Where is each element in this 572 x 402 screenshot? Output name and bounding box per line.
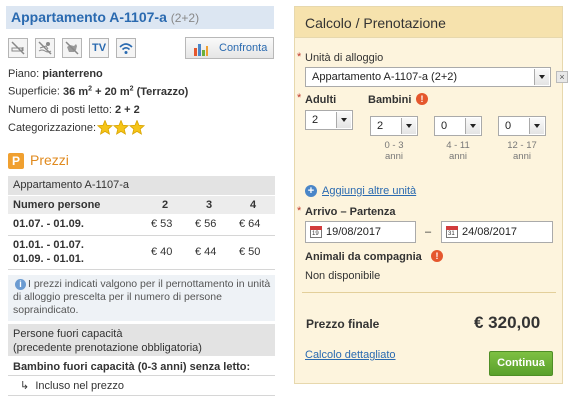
chevron-down-icon bbox=[401, 118, 416, 134]
add-units-link[interactable]: Aggiungi altre unità bbox=[322, 185, 416, 197]
chevron-down-icon bbox=[336, 112, 351, 128]
column-3: 3 bbox=[206, 199, 213, 211]
price-row-2: 01.01. - 01.07. 01.09. - 01.01. € 40 € 4… bbox=[8, 236, 275, 268]
adults-select[interactable]: 2 bbox=[305, 110, 353, 130]
children-label: Bambini bbox=[368, 94, 412, 106]
child-extra-label: Bambino fuori capacità (0-3 anni) senza … bbox=[13, 361, 251, 373]
extra-persons-subtitle: (precedente prenotazione obbligatoria) bbox=[13, 342, 202, 354]
warning-icon[interactable]: ! bbox=[431, 250, 443, 262]
prices-section-title: Prezzi bbox=[30, 152, 69, 168]
add-icon[interactable]: + bbox=[305, 185, 317, 197]
price-cell: € 50 bbox=[239, 246, 261, 258]
remove-unit-icon[interactable]: × bbox=[556, 71, 568, 83]
category-stars bbox=[97, 120, 146, 135]
continue-button[interactable]: Continua bbox=[489, 351, 553, 376]
warning-icon[interactable]: ! bbox=[416, 93, 428, 105]
persons-header: Numero persone bbox=[13, 199, 101, 211]
age-range-2: 4 - 11 anni bbox=[446, 140, 470, 162]
departure-date-input[interactable]: 31 24/08/2017 bbox=[441, 221, 553, 243]
price-note: i I prezzi indicati valgono per il perno… bbox=[8, 275, 275, 321]
no-pets-icon bbox=[62, 38, 82, 58]
adults-label: Adulti bbox=[305, 94, 337, 106]
unit-select[interactable]: Appartamento A-1107-a (2+2) bbox=[305, 67, 551, 87]
price-note-text: I prezzi indicati valgono per il pernott… bbox=[13, 278, 271, 316]
pets-value: Non disponibile bbox=[305, 270, 381, 282]
category-label: Categorizzazione: bbox=[8, 122, 97, 134]
required-mark: * bbox=[297, 205, 302, 217]
price-cell: € 64 bbox=[239, 218, 261, 230]
price-cell: € 44 bbox=[195, 246, 217, 258]
star-icon bbox=[97, 120, 114, 135]
children-select-3[interactable]: 0 bbox=[498, 116, 546, 136]
panel-divider bbox=[302, 292, 556, 293]
age-range-1: 0 - 3 anni bbox=[384, 140, 404, 162]
arrow-return-icon: ↳ bbox=[20, 380, 30, 392]
child-extra-value: ↳ Incluso nel prezzo bbox=[20, 380, 125, 392]
unit-label: Unità di alloggio bbox=[305, 52, 384, 64]
column-4: 4 bbox=[250, 199, 257, 211]
extra-persons-title: Persone fuori capacità bbox=[13, 328, 123, 340]
arrival-date-input[interactable]: 19 19/08/2017 bbox=[305, 221, 416, 243]
booking-title: Calcolo / Prenotazione bbox=[305, 15, 446, 31]
chevron-down-icon bbox=[534, 69, 549, 85]
star-icon bbox=[128, 120, 146, 135]
wifi-icon bbox=[116, 38, 136, 58]
row-divider bbox=[8, 375, 275, 376]
unit-title-bar: Appartamento A-1107-a (2+2) bbox=[6, 6, 274, 29]
detailed-calculation-link[interactable]: Calcolo dettagliato bbox=[305, 349, 396, 361]
prices-section-icon: P bbox=[8, 153, 24, 169]
unit-title: Appartamento A-1107-a (2+2) bbox=[11, 9, 200, 25]
price-table-header-row: Numero persone 2 3 4 bbox=[8, 196, 275, 214]
floor-info: Piano: pianterreno bbox=[8, 68, 103, 80]
tv-icon: TV bbox=[89, 38, 109, 58]
chevron-down-icon bbox=[529, 118, 544, 134]
compare-button[interactable]: Confronta bbox=[185, 37, 274, 59]
period: 01.01. - 01.07. bbox=[13, 239, 84, 251]
calendar-icon: 19 bbox=[310, 226, 322, 238]
beds-info: Numero di posti letto: 2 + 2 bbox=[8, 104, 140, 116]
continue-label: Continua bbox=[497, 357, 545, 369]
no-swimming-icon bbox=[35, 38, 55, 58]
children-select-1[interactable]: 2 bbox=[370, 116, 418, 136]
period: 01.07. - 01.09. bbox=[13, 218, 84, 230]
star-icon bbox=[112, 120, 130, 135]
final-price-value: € 320,00 bbox=[474, 313, 541, 332]
required-mark: * bbox=[297, 92, 302, 104]
calendar-icon: 31 bbox=[446, 226, 458, 238]
period: 01.09. - 01.01. bbox=[13, 253, 84, 265]
extra-persons-header: Persone fuori capacità (precedente prenot… bbox=[8, 324, 275, 356]
pets-label: Animali da compagnia bbox=[305, 251, 422, 263]
price-row-1: 01.07. - 01.09. € 53 € 56 € 64 bbox=[8, 214, 275, 234]
age-range-3: 12 - 17 anni bbox=[507, 140, 537, 162]
price-cell: € 56 bbox=[195, 218, 217, 230]
compare-label: Confronta bbox=[219, 42, 268, 54]
required-mark: * bbox=[297, 51, 302, 63]
price-cell: € 40 bbox=[151, 246, 173, 258]
column-2: 2 bbox=[162, 199, 169, 211]
unit-select-value: Appartamento A-1107-a (2+2) bbox=[312, 71, 458, 83]
row-divider bbox=[8, 395, 275, 396]
children-select-2[interactable]: 0 bbox=[434, 116, 482, 136]
area-info: Superficie: 36 m2 + 20 m2 (Terrazzo) bbox=[8, 85, 189, 98]
booking-panel-header: Calcolo / Prenotazione bbox=[295, 7, 562, 38]
price-cell: € 53 bbox=[151, 218, 173, 230]
date-dash: – bbox=[425, 226, 432, 238]
chevron-down-icon bbox=[465, 118, 480, 134]
price-table-title: Appartamento A-1107-a bbox=[13, 179, 129, 191]
final-price-label: Prezzo finale bbox=[306, 317, 380, 331]
row-divider bbox=[8, 269, 275, 270]
dates-label: Arrivo – Partenza bbox=[305, 206, 396, 218]
bar-chart-icon bbox=[194, 44, 208, 56]
price-table-title-row: Appartamento A-1107-a bbox=[8, 176, 275, 195]
no-smoking-icon bbox=[8, 38, 28, 58]
